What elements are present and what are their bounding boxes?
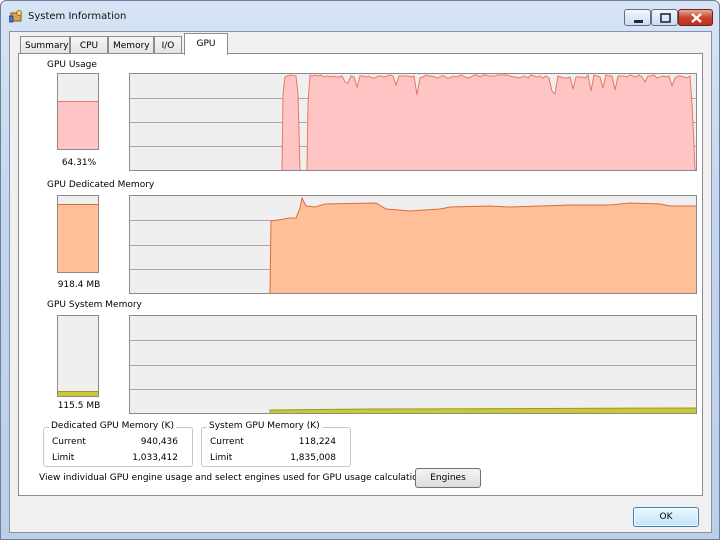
system-gpu-memory-title: System GPU Memory (K) — [207, 421, 322, 431]
engines-button[interactable]: Engines — [415, 468, 481, 488]
tab-label: CPU — [79, 41, 99, 51]
gpu-dedicated-memory-history-chart — [130, 196, 696, 293]
tab-summary[interactable]: Summary — [20, 36, 70, 54]
close-icon — [691, 13, 702, 23]
usage-area — [307, 75, 696, 170]
system-gpu-memory-group: System GPU Memory (K) Current 118,224 Li… — [201, 421, 351, 467]
dedicated-gpu-memory-title: Dedicated GPU Memory (K) — [49, 421, 177, 431]
title-bar[interactable]: System Information — [1, 1, 719, 31]
maximize-button[interactable] — [651, 9, 678, 26]
gpu-usage-history-chart — [130, 74, 696, 170]
tab-label: I/O — [161, 41, 175, 51]
tab-gpu[interactable]: GPU — [184, 33, 228, 55]
dialog-client-area: Summary CPU Memory I/O GPU GPU Usage 64.… — [9, 31, 712, 533]
gpu-dedicated-memory-meter — [57, 195, 99, 273]
tab-label: Memory — [113, 41, 150, 51]
window-title: System Information — [28, 11, 127, 22]
ok-button[interactable]: OK — [633, 507, 699, 527]
gpu-tab-panel: GPU Usage 64.31% GPU Dedicated Memory 91… — [18, 53, 703, 496]
tab-cpu[interactable]: CPU — [70, 36, 108, 54]
tab-label: Summary — [25, 41, 69, 51]
gpu-system-memory-label: GPU System Memory — [47, 300, 142, 310]
gpu-dedicated-memory-value: 918.4 MB — [57, 280, 101, 290]
gpu-system-memory-graph — [129, 315, 697, 414]
gpu-usage-meter — [57, 73, 99, 150]
system-limit-label: Limit — [210, 453, 233, 463]
gpu-usage-label: GPU Usage — [47, 60, 97, 70]
gpu-usage-graph — [129, 73, 697, 171]
gpu-usage-meter-fill — [58, 100, 98, 149]
dedicated-current-value: 940,436 — [140, 437, 178, 447]
dedicated-current-label: Current — [52, 437, 86, 447]
gpu-dedicated-memory-meter-fill — [58, 204, 98, 272]
gpu-system-memory-meter — [57, 315, 99, 397]
close-button[interactable] — [678, 9, 713, 26]
gpu-system-memory-meter-fill — [58, 390, 98, 396]
system-limit-value: 1,835,008 — [290, 453, 336, 463]
system-current-value: 118,224 — [298, 437, 336, 447]
minimize-icon — [634, 20, 643, 23]
gpu-usage-value: 64.31% — [61, 158, 97, 168]
gpu-dedicated-memory-graph — [129, 195, 697, 294]
system-information-icon — [9, 10, 22, 23]
tab-label: GPU — [196, 39, 216, 49]
dedicated-limit-label: Limit — [52, 453, 75, 463]
maximize-icon — [660, 13, 671, 23]
gpu-system-memory-value: 115.5 MB — [57, 401, 101, 411]
tab-memory[interactable]: Memory — [108, 36, 154, 54]
gpu-system-memory-history-chart — [130, 340, 696, 413]
tab-io[interactable]: I/O — [154, 36, 182, 54]
dedicated-gpu-memory-group: Dedicated GPU Memory (K) Current 940,436… — [43, 421, 193, 467]
dedicated-area — [270, 198, 696, 293]
minimize-button[interactable] — [624, 9, 651, 26]
gpu-dedicated-memory-label: GPU Dedicated Memory — [47, 180, 155, 190]
system-information-window: System Information Summary CPU Memory I/… — [0, 0, 720, 540]
dedicated-limit-value: 1,033,412 — [132, 453, 178, 463]
system-current-label: Current — [210, 437, 244, 447]
engines-description: View individual GPU engine usage and sel… — [39, 473, 432, 483]
